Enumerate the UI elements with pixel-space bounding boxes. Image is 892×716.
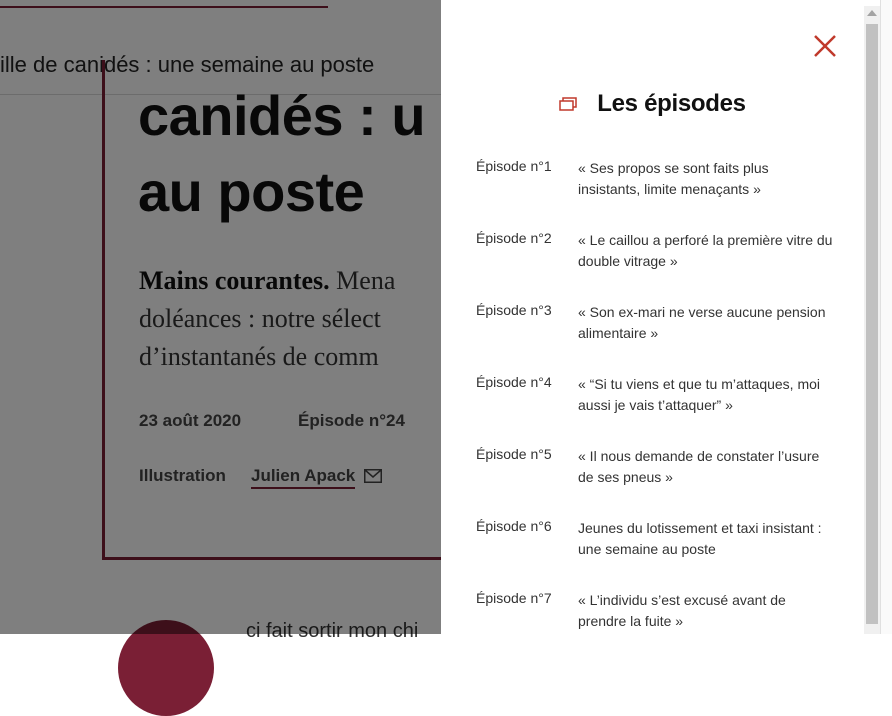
episode-title[interactable]: « L’individu s’est excusé avant de prend… (578, 590, 833, 632)
episode-number: Épisode n°1 (476, 158, 552, 174)
episode-item-2[interactable]: Épisode n°2 « Le caillou a perforé la pr… (476, 228, 836, 278)
close-icon[interactable] (812, 33, 838, 59)
episode-item-6[interactable]: Épisode n°6 Jeunes du lotissement et tax… (476, 516, 836, 566)
episode-item-1[interactable]: Épisode n°1 « Ses propos se sont faits p… (476, 156, 836, 206)
episode-number: Épisode n°6 (476, 518, 552, 534)
episodes-panel: Les épisodes Épisode n°1 « Ses propos se… (441, 6, 864, 634)
panel-scrollbar[interactable] (864, 6, 880, 634)
episode-title[interactable]: « Il nous demande de constater l’usure d… (578, 446, 833, 488)
episode-title[interactable]: « Son ex-mari ne verse aucune pension al… (578, 302, 833, 344)
episode-title[interactable]: « Le caillou a perforé la première vitre… (578, 230, 833, 272)
episode-item-4[interactable]: Épisode n°4 « “Si tu viens et que tu m’a… (476, 372, 836, 422)
episodes-icon (559, 97, 578, 111)
episode-item-7[interactable]: Épisode n°7 « L’individu s’est excusé av… (476, 588, 836, 634)
scroll-up-icon[interactable] (867, 10, 877, 16)
episode-title[interactable]: « Ses propos se sont faits plus insistan… (578, 158, 833, 200)
episode-number: Épisode n°2 (476, 230, 552, 246)
episode-number: Épisode n°7 (476, 590, 552, 606)
scrollbar-thumb[interactable] (866, 24, 878, 624)
author-avatar (118, 620, 214, 716)
episode-item-3[interactable]: Épisode n°3 « Son ex-mari ne verse aucun… (476, 300, 836, 350)
panel-header: Les épisodes (441, 89, 864, 119)
episode-number: Épisode n°4 (476, 374, 552, 390)
episode-title[interactable]: Jeunes du lotissement et taxi insistant … (578, 518, 833, 560)
panel-title: Les épisodes (597, 90, 746, 117)
episode-number: Épisode n°3 (476, 302, 552, 318)
window-edge (880, 0, 892, 634)
episode-item-5[interactable]: Épisode n°5 « Il nous demande de constat… (476, 444, 836, 494)
episode-title[interactable]: « “Si tu viens et que tu m’attaques, moi… (578, 374, 833, 416)
episode-number: Épisode n°5 (476, 446, 552, 462)
